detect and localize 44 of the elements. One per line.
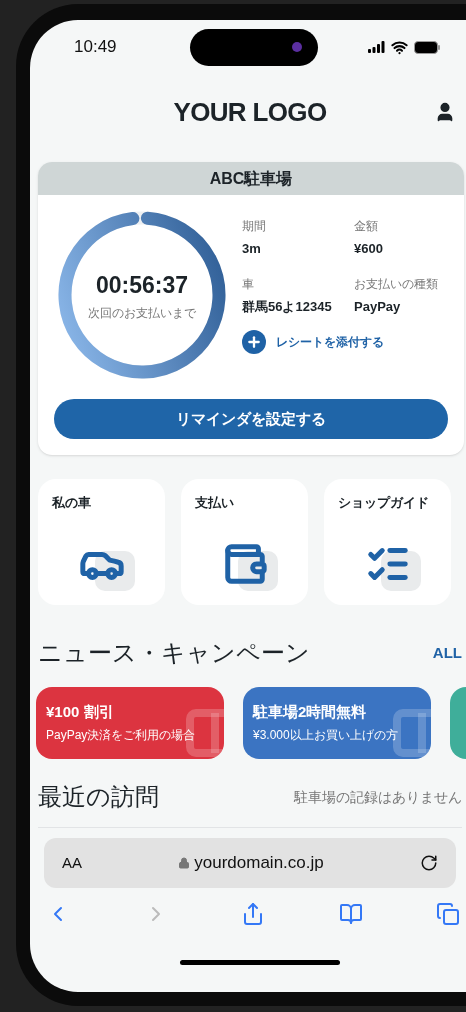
detail-label: 金額 bbox=[354, 218, 379, 235]
parking-lot-name: ABC駐車場 bbox=[209, 168, 293, 189]
detail-label: 車 bbox=[242, 275, 255, 293]
detail-value: PayPay bbox=[354, 297, 402, 316]
detail-label: お支払いの種類 bbox=[354, 275, 439, 293]
set-reminder-button[interactable]: リマインダを設定する bbox=[54, 399, 448, 439]
camera-lens-icon bbox=[292, 42, 302, 52]
detail-value: 3m bbox=[242, 240, 262, 258]
url-text: yourdomain.co.jp bbox=[194, 852, 324, 875]
bookmarks-icon[interactable] bbox=[338, 902, 363, 926]
detail-value: 群馬56よ12345 bbox=[242, 297, 333, 316]
countdown-caption: 次回のお支払いまで bbox=[88, 305, 196, 323]
promo-title: ¥100 割引 bbox=[46, 702, 115, 722]
text-size-button[interactable]: AA bbox=[62, 851, 82, 875]
promo-subtitle: ¥3.000以上お買い上げの方 bbox=[253, 726, 399, 744]
shortcut-label: ショップガイド bbox=[338, 494, 430, 512]
recent-visits-heading: 最近の訪問 bbox=[38, 782, 159, 812]
detail-label: 期間 bbox=[242, 218, 267, 235]
promo-subtitle: PayPay決済をご利用の場合 bbox=[46, 726, 197, 744]
shortcut-label: 私の車 bbox=[52, 494, 92, 512]
share-icon[interactable] bbox=[241, 902, 265, 926]
lock-icon bbox=[178, 857, 191, 869]
shortcut-tile[interactable]: 支払い bbox=[181, 479, 308, 605]
address-bar[interactable]: AA yourdomain.co.jp bbox=[44, 838, 456, 888]
reload-icon[interactable] bbox=[420, 854, 438, 872]
detail-value: ¥600 bbox=[354, 240, 384, 258]
wifi-icon bbox=[391, 38, 408, 56]
promo-card[interactable]: 駐車場2時間無料 ¥3.000以上お買い上げの方 bbox=[243, 687, 431, 759]
plus-icon bbox=[242, 330, 266, 354]
news-heading: ニュース・キャンペーン bbox=[38, 638, 310, 668]
promo-title: 駐車場2時間無料 bbox=[253, 702, 368, 722]
signal-icon bbox=[368, 41, 385, 53]
promo-card[interactable]: ¥100 割引 PayPay決済をご利用の場合 bbox=[36, 687, 224, 759]
attach-receipt-link[interactable]: レシートを添付する bbox=[242, 330, 454, 354]
battery-icon bbox=[414, 40, 440, 54]
shortcut-tile[interactable]: ショップガイド bbox=[324, 479, 451, 605]
tabs-icon[interactable] bbox=[436, 902, 460, 926]
all-news-link[interactable]: ALL bbox=[432, 641, 462, 665]
shortcut-tile[interactable]: 私の車 bbox=[38, 479, 165, 605]
shortcut-label: 支払い bbox=[195, 494, 235, 512]
empty-history-text: 駐車場の記録はありません bbox=[294, 787, 462, 807]
countdown-time: 00:56:37 bbox=[95, 270, 189, 300]
logo-text: YOUR LOGO bbox=[173, 95, 327, 129]
status-time: 10:49 bbox=[74, 36, 118, 59]
